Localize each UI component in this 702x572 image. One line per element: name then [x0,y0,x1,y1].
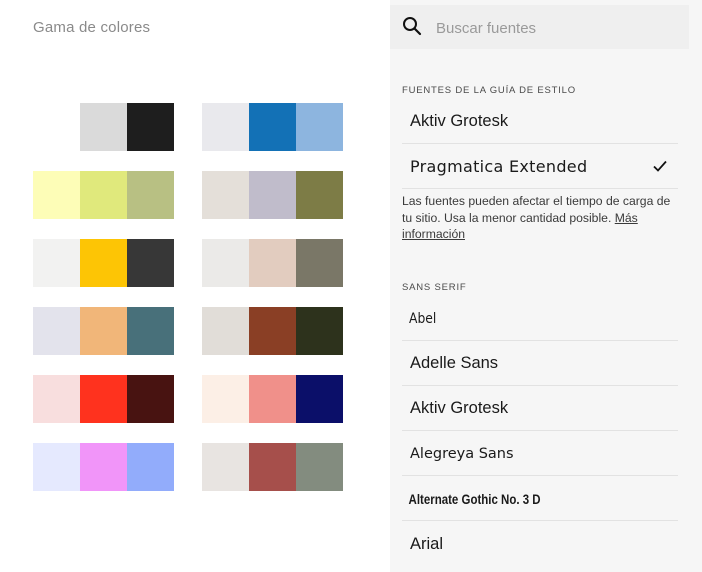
style-guide-font-aktiv-grotesk[interactable]: Aktiv Grotesk [402,100,678,144]
color-swatch [249,375,296,423]
color-swatch [296,103,343,151]
palette-8[interactable] [202,307,343,355]
font-item-arial[interactable]: Arial [402,522,678,566]
font-name: Alternate Gothic No. 3 D [408,490,541,507]
load-time-notice: Las fuentes pueden afectar el tiempo de … [402,193,676,243]
font-picker-panel: FUENTES DE LA GUÍA DE ESTILO Aktiv Grote… [390,0,702,572]
color-swatch [127,307,174,355]
color-swatch [127,103,174,151]
color-swatch [33,307,80,355]
color-swatch [127,375,174,423]
color-swatch [296,307,343,355]
search-icon[interactable] [402,16,422,36]
check-icon [652,159,668,173]
color-swatch [127,171,174,219]
font-item-aktiv-grotesk[interactable]: Aktiv Grotesk [402,387,678,431]
color-swatch [249,239,296,287]
color-swatch [80,239,127,287]
palette-9[interactable] [33,375,174,423]
style-guide-font-pragmatica-extended[interactable]: Pragmatica Extended [402,145,678,189]
font-name: Adelle Sans [410,354,499,372]
color-swatch [33,239,80,287]
color-swatch [296,443,343,491]
sans-serif-label: SANS SERIF [402,282,467,293]
color-swatch [127,443,174,491]
color-swatch [249,171,296,219]
color-swatch [80,307,127,355]
palette-6[interactable] [202,239,343,287]
color-swatch [33,103,80,151]
color-swatch [80,375,127,423]
font-item-adelle-sans[interactable]: Adelle Sans [402,342,678,386]
search-bar [390,5,689,49]
style-guide-label: FUENTES DE LA GUÍA DE ESTILO [402,85,576,96]
color-swatch [202,103,249,151]
color-swatch [80,103,127,151]
palette-7[interactable] [33,307,174,355]
color-swatch [80,171,127,219]
color-swatch [202,375,249,423]
palette-11[interactable] [33,443,174,491]
color-swatch [80,443,127,491]
color-swatch [249,443,296,491]
search-input[interactable] [434,17,678,39]
color-swatch [33,171,80,219]
color-swatch [127,239,174,287]
palette-10[interactable] [202,375,343,423]
color-swatch [296,375,343,423]
color-swatch [33,443,80,491]
font-name: Aktiv Grotesk [410,399,509,417]
palette-2[interactable] [202,103,343,151]
color-swatch [296,171,343,219]
color-swatch [202,171,249,219]
color-swatch [296,239,343,287]
palette-4[interactable] [202,171,343,219]
font-name: Alegreya Sans [410,445,514,462]
font-item-alternate-gothic[interactable]: Alternate Gothic No. 3 D [402,477,678,521]
palette-5[interactable] [33,239,174,287]
color-swatch [202,443,249,491]
font-name: Aktiv Grotesk [410,112,509,130]
font-item-abel[interactable]: Abel [402,297,678,341]
font-name: Pragmatica Extended [410,157,588,176]
font-item-alegreya-sans[interactable]: Alegreya Sans [402,432,678,476]
palette-1[interactable] [33,103,174,151]
color-swatch [249,103,296,151]
color-palette-panel: Gama de colores [0,0,390,572]
font-name: Arial [410,534,444,553]
palette-3[interactable] [33,171,174,219]
color-swatch [33,375,80,423]
font-name: Abel [409,310,437,327]
panel-title: Gama de colores [33,19,151,36]
color-swatch [202,307,249,355]
color-swatch [249,307,296,355]
color-swatch [202,239,249,287]
palette-12[interactable] [202,443,343,491]
